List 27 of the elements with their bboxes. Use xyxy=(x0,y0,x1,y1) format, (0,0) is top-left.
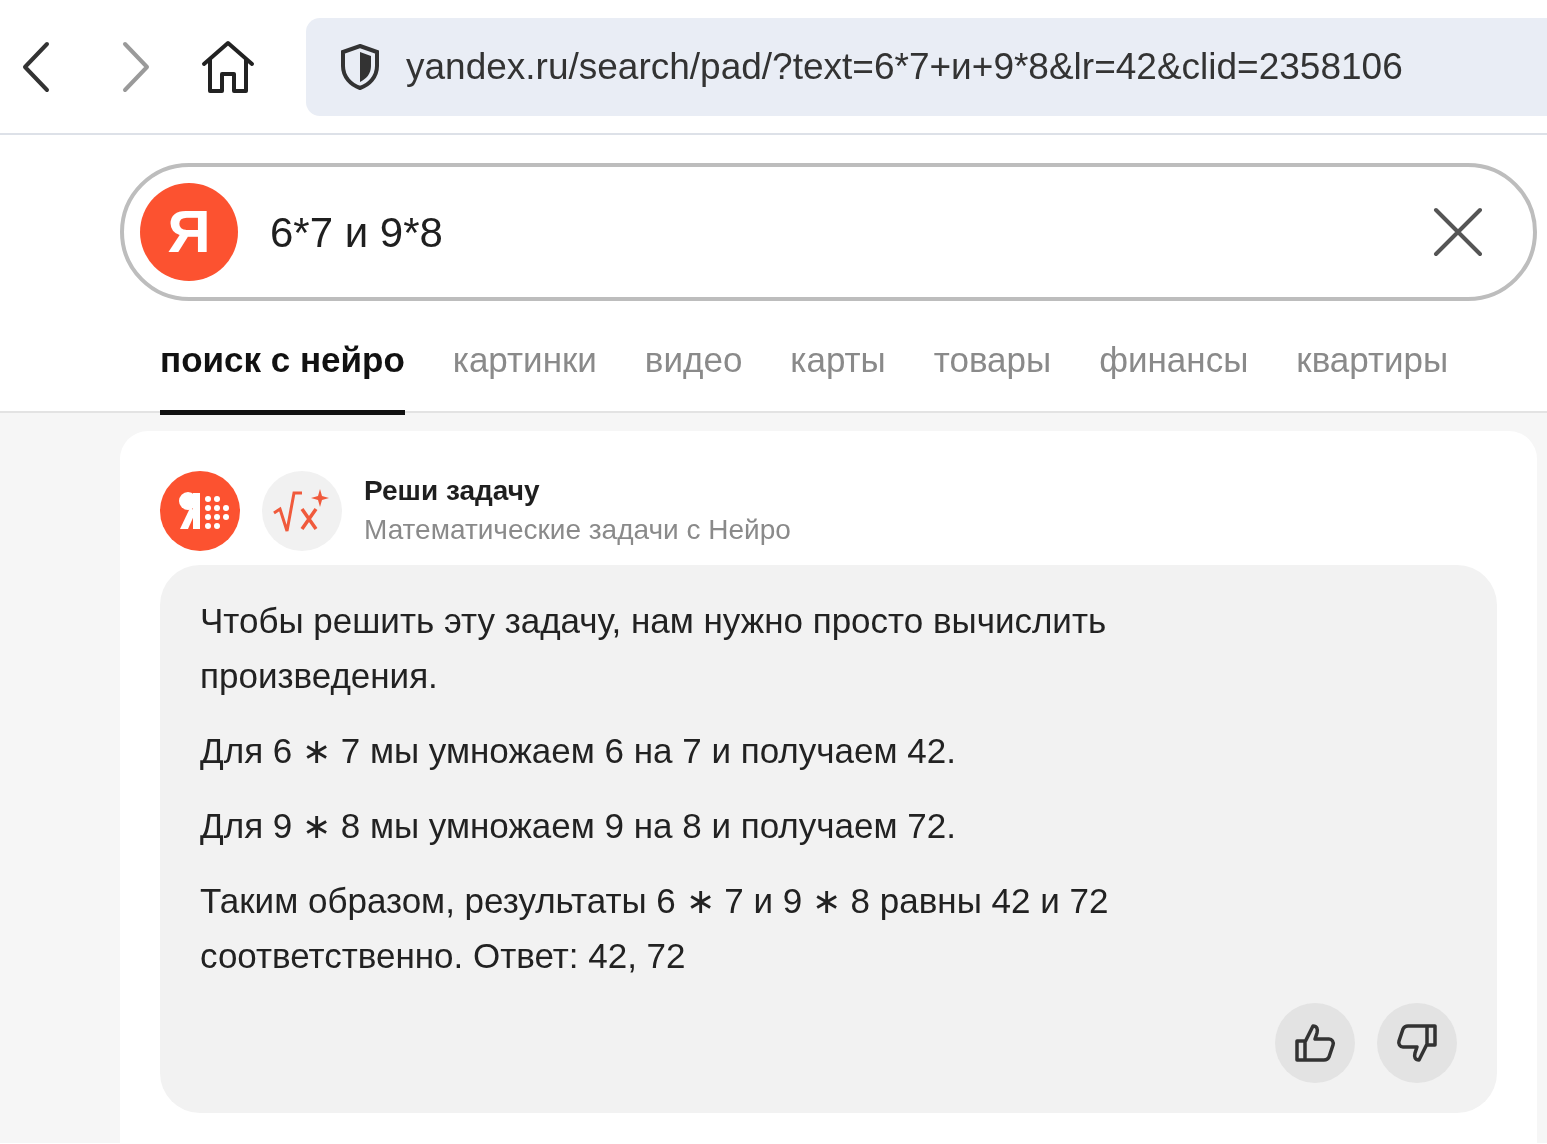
math-icon xyxy=(262,471,342,551)
answer-paragraph: Для 6 ∗ 7 мы умножаем 6 на 7 и получаем 42. xyxy=(200,730,957,772)
clear-button[interactable] xyxy=(1433,207,1483,257)
thumbs-up-icon xyxy=(1294,1023,1336,1063)
answer-paragraph: Для 9 ∗ 8 мы умножаем 9 на 8 и получаем 72. xyxy=(200,805,957,847)
search-tab[interactable]: финансы xyxy=(1099,337,1249,415)
service-title: Реши задачу xyxy=(364,474,541,508)
search-query: 6*7 и 9*8 xyxy=(270,207,444,258)
shield-icon xyxy=(340,43,380,90)
search-logo[interactable]: Я xyxy=(140,183,238,281)
home-icon xyxy=(200,39,256,94)
search-tab[interactable]: квартиры xyxy=(1296,337,1449,415)
neuro-logo-icon xyxy=(160,471,240,551)
search-tab[interactable]: видео xyxy=(644,337,743,415)
service-subtitle: Математические задачи с Нейро xyxy=(364,513,791,547)
answer-paragraph: Таким образом, результаты 6 ∗ 7 и 9 ∗ 8 равны 42 и 72 соответственно. Ответ: 42, 72 xyxy=(200,880,1110,977)
url-text: yandex.ru/search/pad/?text=6*7+и+9*8&lr=42&clid=2358106 xyxy=(406,44,1403,89)
search-field[interactable]: Я 6*7 и 9*8 xyxy=(120,163,1537,301)
search-tab[interactable]: товары xyxy=(933,337,1052,415)
thumbs-down-icon xyxy=(1396,1023,1438,1063)
back-icon xyxy=(21,40,51,93)
address-bar[interactable]: yandex.ru/search/pad/?text=6*7+и+9*8&lr=42&clid=2358106 xyxy=(306,17,1547,116)
search-tab[interactable]: карты xyxy=(790,337,886,415)
answer-paragraph: Чтобы решить эту задачу, нам нужно просто вычислить произведения. xyxy=(200,600,1108,697)
search-tab[interactable]: картинки xyxy=(452,337,597,415)
forward-icon xyxy=(121,40,151,93)
close-icon xyxy=(1433,207,1483,257)
